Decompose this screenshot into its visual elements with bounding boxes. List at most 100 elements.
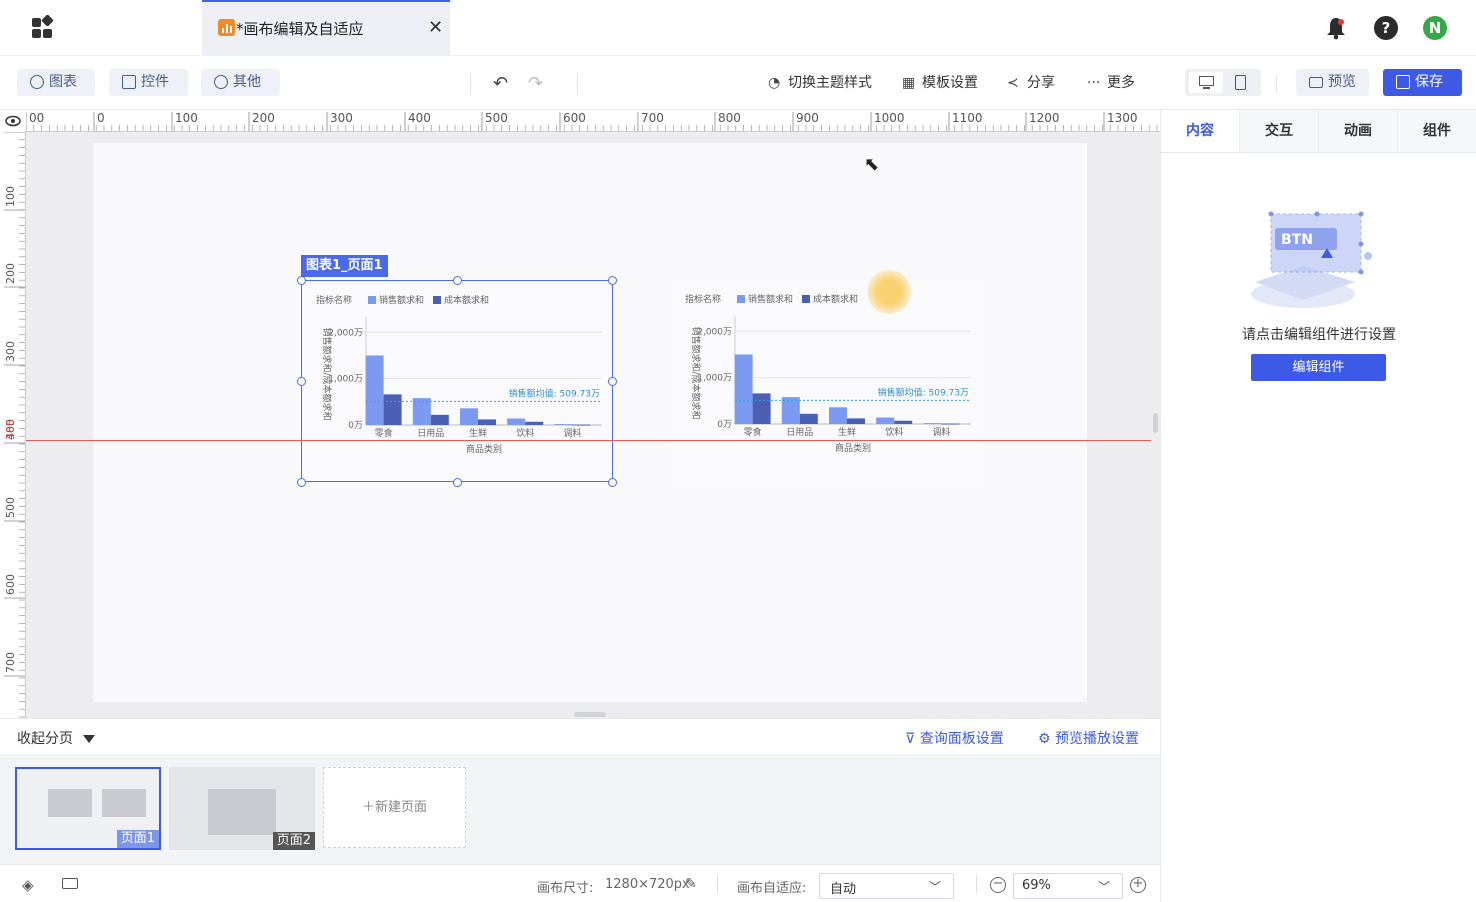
page-1-label: 页面1 bbox=[116, 830, 159, 848]
resize-handle[interactable] bbox=[608, 478, 617, 487]
canvas-adapt-label: 画布自适应: bbox=[737, 881, 807, 896]
ruler-corner bbox=[0, 110, 26, 132]
tab-component[interactable]: 组件 bbox=[1398, 110, 1476, 152]
other-button-label: 其他 bbox=[233, 74, 261, 90]
edit-component-button[interactable]: 编辑组件 bbox=[1251, 354, 1386, 381]
zoom-out-icon[interactable]: − bbox=[990, 877, 1006, 893]
ruler-tick-label: 600 bbox=[4, 574, 17, 595]
ruler-tick-label: 00 bbox=[29, 111, 44, 125]
tab-title: *画布编辑及自适应 bbox=[236, 20, 364, 38]
resize-handle[interactable] bbox=[297, 478, 306, 487]
resize-handle[interactable] bbox=[297, 276, 306, 285]
legend-label: 销售额求和 bbox=[379, 294, 424, 306]
bar bbox=[894, 420, 913, 424]
share-icon: ≺ bbox=[1007, 75, 1019, 91]
preview-play-settings[interactable]: ⚙ 预览播放设置 bbox=[1038, 728, 1139, 748]
zoom-select[interactable]: 69% ﹀ bbox=[1013, 873, 1123, 899]
eye-icon[interactable] bbox=[0, 110, 26, 132]
ruler-horizontal[interactable]: 00 0 100 200 300 400 500 600 700 800 900 1000 1100 12… bbox=[26, 110, 1160, 132]
redo-icon[interactable]: ↷ bbox=[528, 73, 543, 94]
editor-toolbar: 图表 控件 其他 ↶ ↷ ◔ 切换主题样式 ▦ 模板设置 ≺ 分享 ··· 更多 预览 … bbox=[0, 56, 1476, 110]
resize-handle[interactable] bbox=[453, 276, 462, 285]
tab-content[interactable]: 内容 bbox=[1161, 110, 1240, 152]
preview-icon bbox=[1309, 77, 1323, 88]
save-label: 保存 bbox=[1415, 74, 1443, 90]
more-button[interactable]: ··· 更多 bbox=[1087, 72, 1135, 92]
ruler-tick-label: 1000 bbox=[874, 111, 905, 125]
zoom-value: 69% bbox=[1022, 878, 1051, 893]
new-page-button[interactable]: ＋新建页面 bbox=[323, 767, 466, 848]
control-button[interactable]: 控件 bbox=[109, 69, 188, 96]
query-panel-label: 查询面板设置 bbox=[919, 731, 1004, 747]
ruler-tick-label: 200 bbox=[4, 263, 17, 284]
edit-pencil-icon[interactable]: ✎ bbox=[685, 876, 697, 892]
x-tick-label: 零食 bbox=[375, 427, 393, 439]
ruler-tick-label: 1300 bbox=[1107, 111, 1138, 125]
theme-switch-button[interactable]: ◔ 切换主题样式 bbox=[768, 72, 872, 92]
mobile-icon[interactable] bbox=[1235, 75, 1246, 90]
y-tick-label: 0万 bbox=[717, 420, 732, 430]
bar bbox=[752, 393, 771, 424]
close-icon[interactable]: ✕ bbox=[428, 17, 443, 38]
resize-handle[interactable] bbox=[297, 377, 306, 386]
gear-icon: ⚙ bbox=[1038, 731, 1051, 747]
preview-button[interactable]: 预览 bbox=[1296, 69, 1369, 96]
chart-component-1[interactable]: 指标名称 销售额求和 成本额求和 0万 1,000万 2,000万 销售额求和/成本额求和零… bbox=[297, 276, 617, 487]
other-button[interactable]: 其他 bbox=[201, 69, 280, 96]
query-panel-settings[interactable]: ⊽ 查询面板设置 bbox=[905, 728, 1004, 748]
canvas-workspace[interactable]: 指标名称 销售额求和 成本额求和 0万 1,000万 2,000万 销售额求和/成本额求和零… bbox=[26, 132, 1160, 718]
resize-handle[interactable] bbox=[453, 478, 462, 487]
chart-component-2[interactable]: 指标名称 销售额求和 成本额求和 0万 1,000万 2,000万 销售额求和/成本额求和零… bbox=[671, 280, 983, 482]
x-tick-label: 日用品 bbox=[786, 427, 813, 438]
zoom-in-icon[interactable]: + bbox=[1130, 877, 1146, 893]
filter-icon: ⊽ bbox=[905, 731, 916, 747]
x-tick-label: 生鲜 bbox=[469, 427, 487, 439]
ruler-tick-label: 1200 bbox=[1029, 111, 1060, 125]
canvas-adapt-select[interactable]: 自动 ﹀ bbox=[819, 873, 954, 899]
app-menu-icon[interactable] bbox=[30, 14, 54, 40]
page-thumb-2[interactable]: 页面2 bbox=[169, 767, 315, 850]
bar bbox=[829, 407, 847, 424]
bell-icon[interactable] bbox=[1325, 16, 1347, 40]
resize-grip[interactable] bbox=[574, 712, 606, 717]
help-icon[interactable]: ? bbox=[1374, 16, 1398, 40]
chart-button[interactable]: 图表 bbox=[17, 69, 95, 96]
document-tab[interactable]: *画布编辑及自适应 ✕ bbox=[202, 0, 450, 56]
keyboard-icon[interactable] bbox=[62, 878, 78, 889]
template-settings-button[interactable]: ▦ 模板设置 bbox=[902, 72, 978, 92]
more-circle-icon bbox=[214, 75, 228, 89]
tab-animation[interactable]: 动画 bbox=[1319, 110, 1398, 152]
save-button[interactable]: 保存 bbox=[1383, 69, 1462, 96]
layers-icon[interactable]: ◈ bbox=[22, 876, 34, 894]
resize-handle[interactable] bbox=[608, 377, 617, 386]
avatar[interactable]: N bbox=[1423, 16, 1447, 40]
ruler-guide-line[interactable] bbox=[26, 440, 1151, 441]
template-icon: ▦ bbox=[902, 75, 916, 91]
x-axis-title: 商品类别 bbox=[466, 443, 502, 455]
ruler-tick-label: 200 bbox=[252, 111, 275, 125]
canvas-size-label: 画布尺寸: bbox=[537, 881, 594, 896]
panel-resize-grip[interactable] bbox=[1153, 413, 1158, 433]
legend-label: 成本额求和 bbox=[813, 293, 858, 305]
guide-position-label: 385 bbox=[4, 419, 17, 440]
ruler-tick-label: 400 bbox=[408, 111, 431, 125]
x-tick-label: 调料 bbox=[563, 427, 581, 439]
resize-handle[interactable] bbox=[608, 276, 617, 285]
ruler-tick-label: 100 bbox=[4, 186, 17, 207]
page-thumb-1[interactable]: 页面1 bbox=[15, 767, 161, 850]
y-tick-label: 2,000万 bbox=[328, 328, 363, 338]
bar bbox=[430, 414, 449, 425]
collapse-pages-toggle[interactable]: 收起分页 bbox=[17, 728, 96, 748]
bar bbox=[572, 424, 591, 426]
average-label: 销售额均值: 509.73万 bbox=[509, 387, 600, 399]
desktop-view-button[interactable] bbox=[1189, 72, 1223, 93]
ruler-tick-label: 500 bbox=[4, 497, 17, 518]
legend-swatch bbox=[802, 295, 810, 303]
y-tick-label: 1,000万 bbox=[697, 374, 732, 384]
page-canvas[interactable]: 指标名称 销售额求和 成本额求和 0万 1,000万 2,000万 销售额求和/成本额求和零… bbox=[93, 143, 1087, 702]
tab-interaction[interactable]: 交互 bbox=[1240, 110, 1319, 152]
edit-hint-text: 请点击编辑组件进行设置 bbox=[1242, 327, 1396, 343]
share-button[interactable]: ≺ 分享 bbox=[1007, 72, 1055, 92]
undo-icon[interactable]: ↶ bbox=[493, 73, 508, 94]
selected-component-label: 图表1_页面1 bbox=[301, 255, 388, 277]
